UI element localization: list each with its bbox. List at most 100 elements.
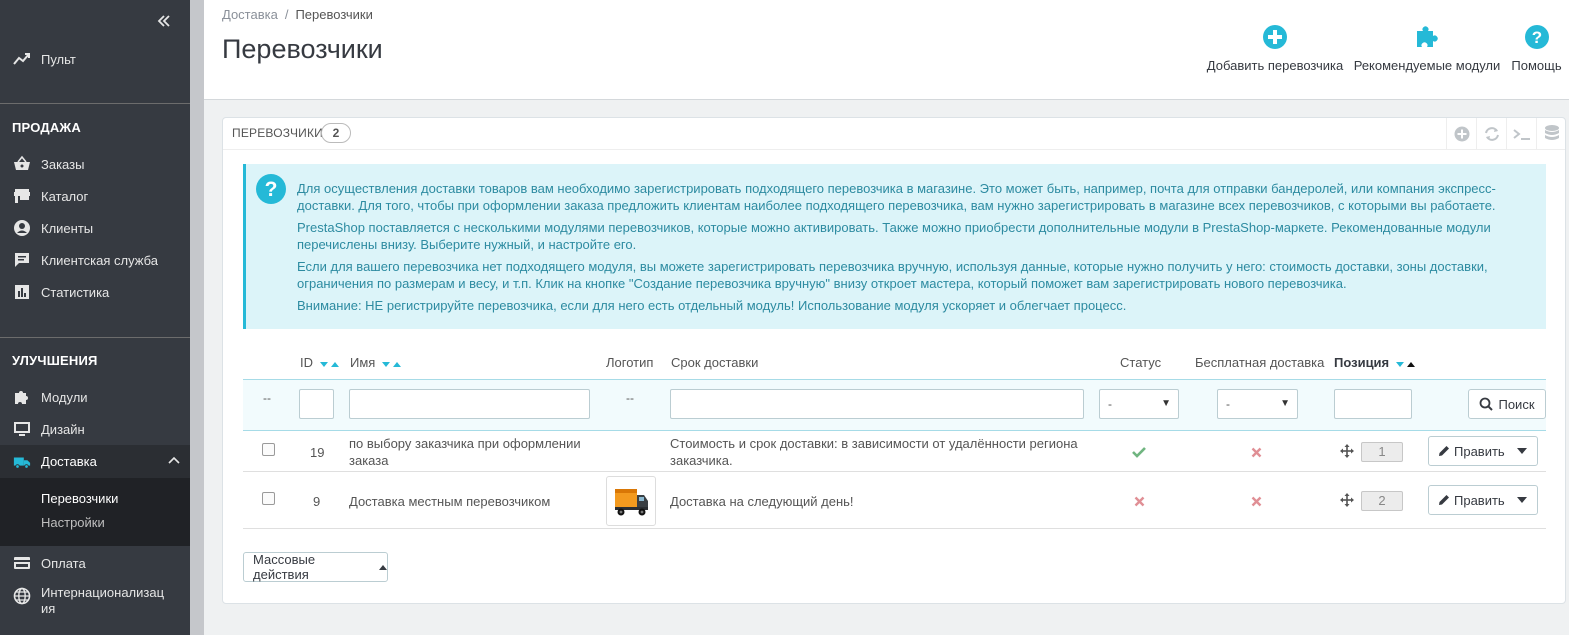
sidebar-item-modules[interactable]: Модули bbox=[0, 381, 190, 413]
breadcrumb: Доставка / Перевозчики bbox=[222, 7, 373, 22]
store-icon bbox=[13, 187, 31, 205]
sidebar-item-label: Статистика bbox=[41, 284, 110, 300]
column-header-delay: Срок доставки bbox=[671, 355, 759, 370]
row-name: Доставка местным перевозчиком bbox=[349, 494, 551, 509]
select-value: - bbox=[1226, 397, 1230, 411]
sidebar: Пульт ПРОДАЖА Заказы Каталог Клиенты Кли… bbox=[0, 0, 190, 635]
svg-text:?: ? bbox=[265, 178, 278, 201]
row-name: по выбору заказчика при оформлении заказа bbox=[349, 435, 599, 469]
caret-down-icon bbox=[1517, 448, 1527, 454]
panel-count-badge: 2 bbox=[321, 123, 351, 143]
help-circle-icon: ? bbox=[256, 174, 286, 204]
bulk-actions-label: Массовые действия bbox=[253, 552, 316, 582]
row-delay: Стоимость и срок доставки: в зависимости… bbox=[670, 435, 1110, 469]
sidebar-subitem-carriers[interactable]: Перевозчики bbox=[41, 491, 118, 506]
basket-icon bbox=[13, 155, 31, 173]
filter-free-shipping-select[interactable]: - ▼ bbox=[1217, 389, 1298, 419]
row-name-line: заказа bbox=[349, 453, 389, 468]
credit-card-icon bbox=[13, 554, 31, 572]
sidebar-item-label: Оплата bbox=[41, 555, 86, 571]
column-header-position[interactable]: Позиция bbox=[1334, 355, 1417, 370]
sort-arrows-icon[interactable] bbox=[319, 360, 341, 368]
filter-placeholder: -- bbox=[626, 391, 634, 405]
column-header-label: Позиция bbox=[1334, 355, 1390, 370]
add-carrier-button[interactable]: Добавить перевозчика bbox=[1206, 24, 1344, 73]
column-header-name[interactable]: Имя bbox=[350, 355, 403, 370]
add-circle-icon bbox=[1262, 24, 1288, 50]
database-icon[interactable] bbox=[1536, 118, 1566, 150]
filter-status-select[interactable]: - ▼ bbox=[1099, 389, 1179, 419]
page-title: Перевозчики bbox=[222, 34, 383, 64]
sidebar-item-customers[interactable]: Клиенты bbox=[0, 212, 190, 244]
terminal-icon[interactable] bbox=[1506, 118, 1536, 150]
free-shipping-disabled-x-icon[interactable] bbox=[1251, 447, 1262, 458]
sidebar-scroll-strip bbox=[190, 0, 204, 635]
pencil-icon bbox=[1438, 494, 1450, 506]
sidebar-item-label: Доставка bbox=[41, 454, 97, 469]
sidebar-item-label: Клиенты bbox=[41, 220, 94, 236]
column-header-label: ID bbox=[300, 355, 313, 370]
drag-move-icon[interactable] bbox=[1340, 444, 1354, 458]
collapse-sidebar-icon[interactable] bbox=[155, 12, 173, 30]
status-enabled-check-icon[interactable] bbox=[1132, 446, 1146, 458]
edit-dropdown-toggle[interactable] bbox=[1507, 437, 1537, 465]
position-value: 1 bbox=[1361, 442, 1403, 462]
search-button[interactable]: Поиск bbox=[1468, 389, 1546, 419]
sidebar-item-international[interactable]: Интернационализац ия bbox=[0, 585, 190, 621]
toolbar-button-label: Помощь bbox=[1511, 58, 1562, 73]
page-header: Доставка / Перевозчики Перевозчики Добавит… bbox=[204, 0, 1569, 100]
sidebar-item-design[interactable]: Дизайн bbox=[0, 413, 190, 445]
caret-down-icon: ▼ bbox=[1280, 398, 1290, 409]
sidebar-item-catalog[interactable]: Каталог bbox=[0, 180, 190, 212]
edit-dropdown-toggle[interactable] bbox=[1507, 486, 1537, 514]
caret-down-icon: ▼ bbox=[1161, 398, 1171, 409]
sort-arrows-icon[interactable] bbox=[381, 360, 403, 368]
drag-move-icon[interactable] bbox=[1340, 493, 1354, 507]
sidebar-item-statistics[interactable]: Статистика bbox=[0, 276, 190, 308]
panel-heading: Перевозчики 2 bbox=[223, 118, 1565, 150]
row-checkbox[interactable] bbox=[262, 443, 275, 456]
sidebar-item-shipping[interactable]: Доставка bbox=[0, 445, 190, 478]
filter-delay-input[interactable] bbox=[670, 389, 1084, 419]
row-checkbox[interactable] bbox=[262, 492, 275, 505]
panel-title: Перевозчики bbox=[232, 126, 323, 140]
trending-up-icon bbox=[13, 50, 31, 68]
caret-down-icon bbox=[1517, 497, 1527, 503]
bar-chart-icon bbox=[13, 283, 31, 301]
status-disabled-x-icon[interactable] bbox=[1134, 496, 1145, 507]
row-id: 19 bbox=[310, 445, 325, 460]
sidebar-item-label: Интернационализац ия bbox=[41, 585, 164, 617]
carrier-logo bbox=[606, 476, 656, 526]
globe-icon bbox=[13, 587, 31, 605]
edit-button[interactable]: Править bbox=[1429, 437, 1507, 465]
breadcrumb-link-shipping[interactable]: Доставка bbox=[222, 7, 278, 22]
breadcrumb-current: Перевозчики bbox=[295, 7, 373, 22]
recommended-modules-button[interactable]: Рекомендуемые модули bbox=[1354, 24, 1500, 73]
info-paragraph: PrestaShop поставляется с несколькими мо… bbox=[297, 220, 1491, 252]
filter-position-input[interactable] bbox=[1334, 389, 1412, 419]
bulk-actions-button[interactable]: Массовые действия bbox=[243, 552, 388, 582]
position-value: 2 bbox=[1361, 491, 1403, 511]
select-value: - bbox=[1108, 397, 1112, 411]
truck-logo-icon bbox=[615, 489, 648, 516]
filter-id-input[interactable] bbox=[299, 389, 334, 419]
free-shipping-disabled-x-icon[interactable] bbox=[1251, 496, 1262, 507]
info-paragraph: Для осуществления доставки товаров вам н… bbox=[297, 181, 1496, 213]
filter-name-input[interactable] bbox=[349, 389, 590, 419]
column-header-id[interactable]: ID bbox=[300, 355, 341, 370]
sidebar-item-orders[interactable]: Заказы bbox=[0, 148, 190, 180]
help-button[interactable]: ? Помощь bbox=[1509, 24, 1564, 73]
sidebar-divider bbox=[0, 103, 190, 104]
sidebar-item-dashboard[interactable]: Пульт bbox=[0, 43, 190, 75]
refresh-icon[interactable] bbox=[1476, 118, 1506, 150]
row-id: 9 bbox=[313, 494, 321, 509]
add-new-icon[interactable] bbox=[1446, 118, 1476, 150]
sidebar-subitem-settings[interactable]: Настройки bbox=[41, 515, 105, 530]
sidebar-item-customer-service[interactable]: Клиентская служба bbox=[0, 244, 190, 276]
edit-button-label: Править bbox=[1454, 443, 1505, 459]
sort-arrows-icon[interactable] bbox=[1395, 360, 1417, 368]
table-row: 19 по выбору заказчика при оформлении зак… bbox=[243, 432, 1546, 472]
sidebar-item-label-line: Интернационализац bbox=[41, 585, 165, 600]
edit-button[interactable]: Править bbox=[1429, 486, 1507, 514]
sidebar-item-payment[interactable]: Оплата bbox=[0, 547, 190, 579]
